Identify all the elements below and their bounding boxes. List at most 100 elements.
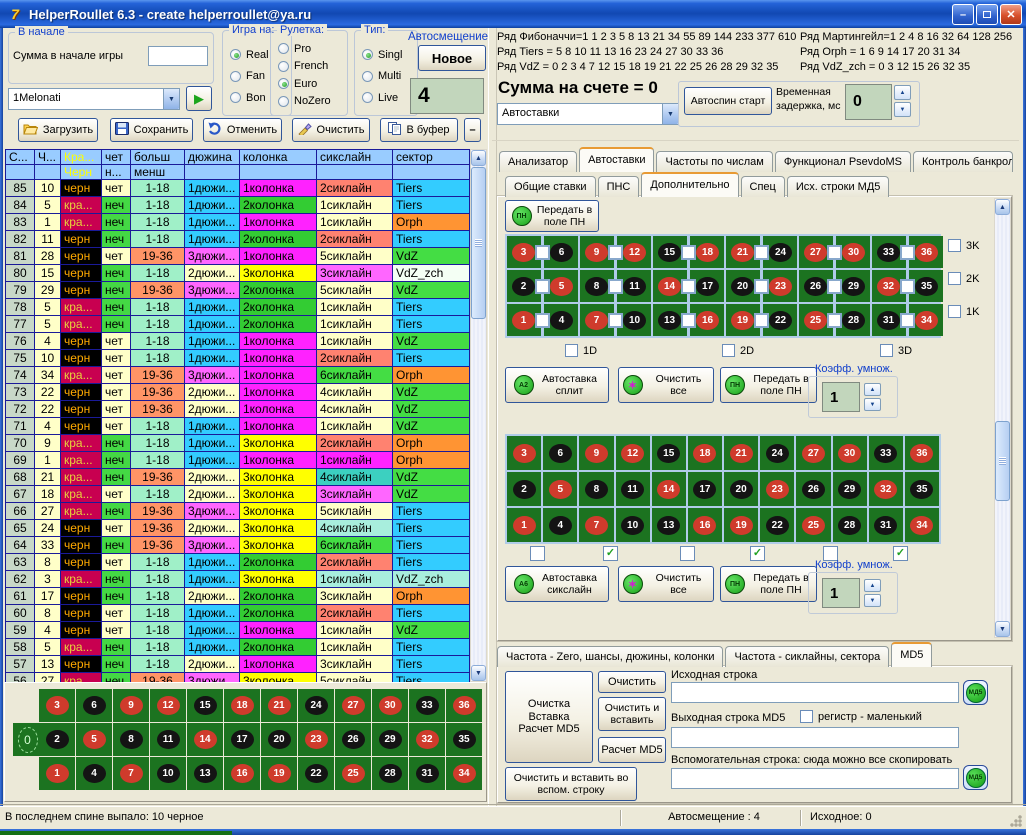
number-disc[interactable]: 28 (838, 516, 861, 535)
number-disc[interactable]: 7 (120, 764, 143, 783)
number-disc[interactable]: 3 (46, 696, 69, 715)
sixline-number-cell[interactable]: 12 (616, 436, 650, 470)
layout-number-cell[interactable]: 34 (446, 757, 482, 790)
layout-number-cell[interactable]: 6 (76, 689, 112, 722)
sixline-checkbox[interactable]: ✓ (750, 546, 765, 561)
panel-scrollbar[interactable]: ▲ ▼ (994, 198, 1011, 638)
number-disc[interactable]: 23 (769, 277, 792, 296)
layout-number-cell[interactable]: 36 (446, 689, 482, 722)
number-disc[interactable]: 24 (769, 243, 792, 262)
sixline-number-cell[interactable]: 28 (833, 508, 867, 542)
type-radio-1[interactable]: Multi (362, 70, 417, 82)
main-tab-2[interactable]: Частоты по числам (656, 151, 772, 172)
number-disc[interactable]: 10 (623, 311, 646, 330)
autobet-sixline-button[interactable]: A6Автоставка сикслайн (505, 566, 609, 602)
sixline-checkbox[interactable]: ✓ (603, 546, 618, 561)
layout-zero-cell[interactable]: 0 (13, 723, 42, 756)
spin-down-icon[interactable]: ▼ (864, 594, 881, 607)
layout-number-cell[interactable]: 28 (372, 757, 408, 790)
split-checkbox[interactable] (900, 279, 915, 294)
layout-number-cell[interactable]: 25 (335, 757, 371, 790)
type-radio-2[interactable]: Live (362, 92, 417, 104)
new-button[interactable]: Новое (418, 45, 486, 71)
number-disc[interactable]: 16 (693, 516, 716, 535)
number-disc[interactable]: 19 (730, 516, 753, 535)
checkbox[interactable] (948, 239, 961, 252)
toolbar-save-button[interactable]: Сохранить (110, 118, 193, 142)
autobet-split-button[interactable]: A2Автоставка сплит (505, 367, 609, 403)
number-disc[interactable]: 35 (910, 480, 933, 499)
layout-number-cell[interactable]: 4 (76, 757, 112, 790)
number-disc[interactable]: 8 (120, 730, 143, 749)
play-button[interactable]: ▶ (186, 86, 212, 111)
number-disc[interactable]: 6 (550, 243, 573, 262)
md5-run-button[interactable]: МД5 (963, 680, 988, 705)
autospin-start-button[interactable]: Автоспин старт (684, 87, 772, 115)
scroll-up-icon[interactable]: ▲ (471, 150, 486, 166)
layout-number-cell[interactable]: 12 (150, 689, 186, 722)
number-disc[interactable]: 4 (83, 764, 106, 783)
layout-number-cell[interactable]: 8 (113, 723, 149, 756)
split-checkbox[interactable] (754, 245, 769, 260)
sixline-checkbox[interactable] (530, 546, 545, 561)
number-disc[interactable]: 8 (585, 277, 608, 296)
layout-number-cell[interactable]: 29 (372, 723, 408, 756)
bottom-tab-1[interactable]: Частота - сиклайны, сектора (725, 646, 889, 667)
md5-out-input[interactable] (671, 727, 959, 748)
toolbar-copy-button[interactable]: В буфер (380, 118, 458, 142)
number-disc[interactable]: 35 (453, 730, 476, 749)
layout-number-cell[interactable]: 16 (224, 757, 260, 790)
number-disc[interactable]: 2 (512, 277, 535, 296)
number-disc[interactable]: 12 (623, 243, 646, 262)
layout-number-cell[interactable]: 23 (298, 723, 334, 756)
number-disc[interactable]: 13 (658, 311, 681, 330)
sixline-number-cell[interactable]: 21 (724, 436, 758, 470)
number-disc[interactable]: 30 (838, 444, 861, 463)
split-checkbox[interactable] (608, 245, 623, 260)
md5-calc-button[interactable]: Расчет MD5 (598, 737, 666, 763)
sixline-number-cell[interactable]: 6 (543, 436, 577, 470)
maximize-button[interactable] (976, 4, 998, 25)
number-disc[interactable]: 22 (305, 764, 328, 783)
checkbox[interactable] (722, 344, 735, 357)
transfer-pn-button[interactable]: ПНПередать в поле ПН (720, 566, 817, 602)
number-disc[interactable]: 9 (585, 243, 608, 262)
number-disc[interactable]: 9 (585, 444, 608, 463)
number-disc[interactable]: 28 (842, 311, 865, 330)
number-disc[interactable]: 12 (157, 696, 180, 715)
table-scrollbar-thumb[interactable] (471, 167, 486, 319)
md5-aux-input[interactable] (671, 768, 959, 789)
number-disc[interactable]: 36 (910, 444, 933, 463)
number-disc[interactable]: 14 (194, 730, 217, 749)
sixline-number-cell[interactable]: 32 (869, 472, 903, 506)
number-disc[interactable]: 17 (231, 730, 254, 749)
number-disc[interactable]: 3 (513, 444, 536, 463)
checkbox[interactable] (565, 344, 578, 357)
number-disc[interactable]: 5 (549, 480, 572, 499)
number-disc[interactable]: 22 (769, 311, 792, 330)
layout-number-cell[interactable]: 15 (187, 689, 223, 722)
sixline-number-cell[interactable]: 22 (760, 508, 794, 542)
sub-tab-2[interactable]: Дополнительно (641, 172, 738, 197)
md5-clear-button[interactable]: Очистить (598, 671, 666, 693)
number-disc[interactable]: 26 (342, 730, 365, 749)
sixline-number-cell[interactable]: 25 (796, 508, 830, 542)
profile-combobox[interactable]: 1Melonati ▼ (8, 88, 180, 110)
number-disc[interactable]: 27 (342, 696, 365, 715)
number-disc[interactable]: 33 (416, 696, 439, 715)
number-disc[interactable]: 26 (804, 277, 827, 296)
layout-number-cell[interactable]: 11 (150, 723, 186, 756)
chevron-down-icon[interactable]: ▼ (163, 89, 179, 109)
number-disc[interactable]: 19 (731, 311, 754, 330)
start-sum-input[interactable] (148, 46, 208, 66)
checkbox[interactable] (948, 272, 961, 285)
number-disc[interactable]: 1 (512, 311, 535, 330)
split-checkbox[interactable] (754, 279, 769, 294)
split-checkbox[interactable] (827, 313, 842, 328)
number-disc[interactable]: 10 (621, 516, 644, 535)
number-disc[interactable]: 5 (83, 730, 106, 749)
layout-number-cell[interactable]: 32 (409, 723, 445, 756)
number-disc[interactable]: 22 (766, 516, 789, 535)
checkbox[interactable] (880, 344, 893, 357)
scroll-up-icon[interactable]: ▲ (995, 199, 1010, 215)
